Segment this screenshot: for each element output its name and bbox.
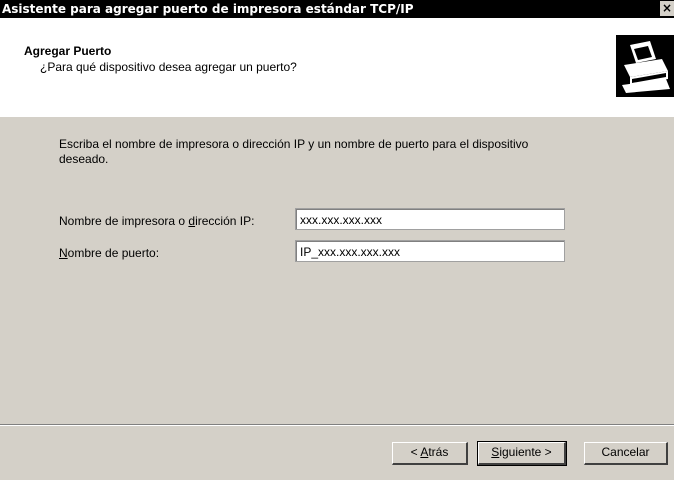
printer-address-input[interactable]: xxx.xxx.xxx.xxx: [295, 208, 565, 230]
close-icon: ×: [661, 1, 673, 15]
close-button[interactable]: ×: [660, 1, 674, 16]
header-divider: [0, 116, 674, 117]
port-name-label: Nombre de puerto:: [59, 246, 160, 260]
title-bar: Asistente para agregar puerto de impreso…: [0, 0, 674, 18]
button-separator: [0, 424, 674, 426]
page-title: Agregar Puerto: [24, 44, 112, 58]
instruction-text: Escriba el nombre de impresora o direcci…: [59, 137, 529, 166]
wizard-header: Agregar Puerto ¿Para qué dispositivo des…: [0, 18, 674, 117]
window-title: Asistente para agregar puerto de impreso…: [2, 2, 414, 16]
cancel-button[interactable]: Cancelar: [584, 442, 668, 465]
next-button[interactable]: Siguiente >: [477, 441, 567, 466]
page-subtitle: ¿Para qué dispositivo desea agregar un p…: [40, 60, 297, 74]
port-name-input[interactable]: IP_xxx.xxx.xxx.xxx: [295, 240, 565, 262]
back-button[interactable]: < Atrás: [392, 442, 468, 465]
printer-icon: [616, 35, 674, 97]
printer-address-label: Nombre de impresora o dirección IP:: [59, 214, 255, 228]
